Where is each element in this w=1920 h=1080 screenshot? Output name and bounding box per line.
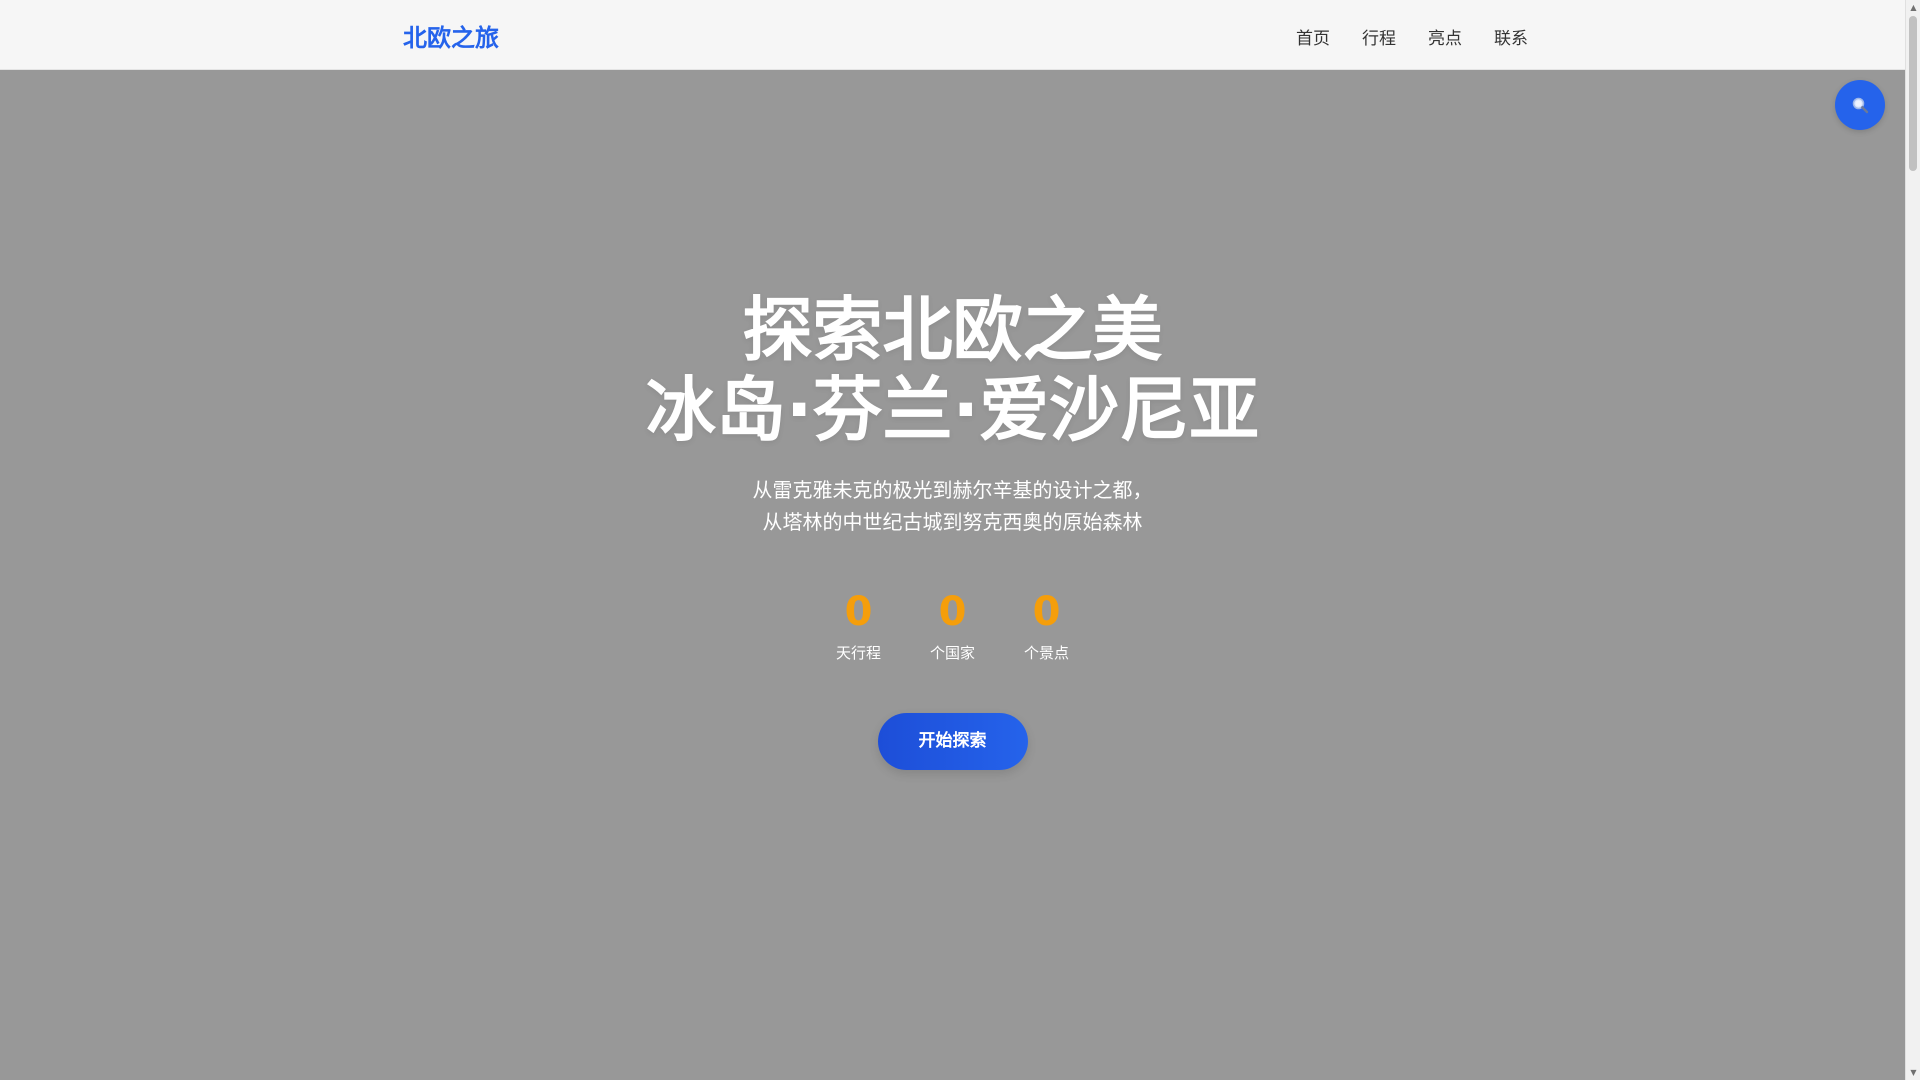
stat-countries-value: 0 <box>938 589 967 635</box>
nav-item-highlights: 亮点 <box>1412 20 1478 53</box>
search-button[interactable] <box>1835 80 1885 130</box>
stat-days: 0 天行程 <box>834 590 884 663</box>
nav-link-contact[interactable]: 联系 <box>1478 20 1544 53</box>
search-icon <box>1852 97 1869 114</box>
nav-link-itinerary[interactable]: 行程 <box>1346 20 1412 53</box>
hero-title-line-1: 探索北欧之美 <box>742 289 1163 371</box>
scrollbar-thumb[interactable] <box>1909 16 1917 171</box>
site-header: 北欧之旅 首页 行程 亮点 联系 <box>0 0 1905 70</box>
nav-item-home: 首页 <box>1280 20 1346 53</box>
stat-attractions-value: 0 <box>1032 589 1061 635</box>
hero-subtitle: 从雷克雅未克的极光到赫尔辛基的设计之都， 从塔林的中世纪古城到努克西奥的原始森林 <box>0 474 1905 538</box>
hero-section: 探索北欧之美 冰岛·芬兰·爱沙尼亚 从雷克雅未克的极光到赫尔辛基的设计之都， 从… <box>0 290 1905 770</box>
stat-attractions: 0 个景点 <box>1022 590 1072 663</box>
scroll-down-arrow-icon[interactable]: ▼ <box>1906 1065 1920 1080</box>
vertical-scrollbar[interactable]: ▲ ▼ <box>1905 0 1920 1080</box>
stat-countries: 0 个国家 <box>928 590 978 663</box>
stat-attractions-label: 个景点 <box>1023 644 1069 662</box>
brand-logo[interactable]: 北欧之旅 <box>403 18 499 53</box>
hero-title: 探索北欧之美 冰岛·芬兰·爱沙尼亚 <box>0 290 1905 450</box>
nav-link-highlights[interactable]: 亮点 <box>1412 20 1478 53</box>
hero-title-line-2: 冰岛·芬兰·爱沙尼亚 <box>645 369 1260 451</box>
hero-subtitle-line-1: 从雷克雅未克的极光到赫尔辛基的设计之都， <box>752 478 1153 502</box>
nav-link-home[interactable]: 首页 <box>1280 20 1346 53</box>
stat-countries-label: 个国家 <box>929 644 975 662</box>
scroll-up-arrow-icon[interactable]: ▲ <box>1906 0 1920 15</box>
nav-item-contact: 联系 <box>1478 20 1544 53</box>
stat-days-value: 0 <box>844 589 873 635</box>
nav-list: 首页 行程 亮点 联系 <box>1280 20 1544 53</box>
nav-item-itinerary: 行程 <box>1346 20 1412 53</box>
page: 北欧之旅 首页 行程 亮点 联系 探索北欧之美 冰岛·芬兰·爱沙尼亚 从雷克雅未… <box>0 0 1905 1080</box>
hero-subtitle-line-2: 从塔林的中世纪古城到努克西奥的原始森林 <box>762 510 1143 534</box>
stats-row: 0 天行程 0 个国家 0 个景点 <box>0 590 1905 663</box>
stat-days-label: 天行程 <box>835 644 881 662</box>
start-explore-button[interactable]: 开始探索 <box>877 713 1028 770</box>
